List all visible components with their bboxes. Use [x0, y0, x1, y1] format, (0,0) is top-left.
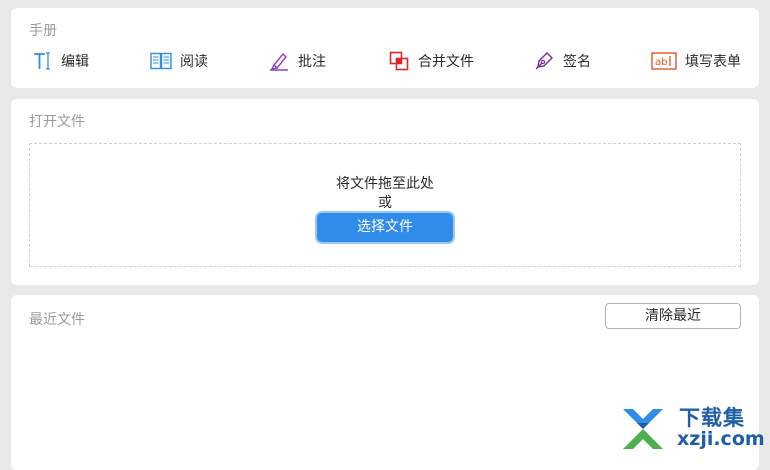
svg-text:ab: ab [655, 57, 667, 68]
file-drop-zone[interactable]: 将文件拖至此处 或 选择文件 [29, 143, 741, 267]
fill-form-tool-label: 填写表单 [685, 54, 741, 70]
watermark-url-text: xzji.com [677, 428, 765, 450]
site-watermark: 下载集 xzji.com [619, 402, 765, 456]
manual-panel: 手册 编辑 阅读 批注 合并文件 签名 ab 填写表单 [11, 8, 759, 88]
annotate-tool-label: 批注 [298, 54, 326, 70]
drop-hint-text: 将文件拖至此处 [336, 176, 434, 192]
open-file-title: 打开文件 [29, 114, 85, 130]
read-tool-button[interactable]: 阅读 [150, 50, 208, 72]
edit-tool-label: 编辑 [61, 54, 89, 70]
manual-title: 手册 [29, 23, 57, 39]
or-text: 或 [378, 195, 392, 211]
edit-tool-button[interactable]: 编辑 [31, 50, 89, 72]
sign-tool-label: 签名 [563, 54, 591, 70]
merge-tool-button[interactable]: 合并文件 [388, 50, 474, 72]
watermark-logo-icon [623, 409, 663, 449]
annotate-tool-button[interactable]: 批注 [268, 50, 326, 72]
recent-files-title: 最近文件 [29, 312, 85, 328]
open-file-panel: 打开文件 将文件拖至此处 或 选择文件 [11, 99, 759, 285]
read-tool-label: 阅读 [180, 54, 208, 70]
fill-form-tool-button[interactable]: ab 填写表单 [651, 50, 741, 72]
clear-recent-button[interactable]: 清除最近 [605, 303, 741, 329]
text-cursor-icon [31, 50, 53, 72]
form-field-icon: ab [651, 50, 677, 72]
book-icon [150, 50, 172, 72]
highlighter-icon [268, 50, 290, 72]
merge-files-icon [388, 50, 410, 72]
merge-tool-label: 合并文件 [418, 54, 474, 70]
choose-file-button[interactable]: 选择文件 [317, 213, 453, 242]
pen-nib-icon [533, 50, 555, 72]
sign-tool-button[interactable]: 签名 [533, 50, 591, 72]
